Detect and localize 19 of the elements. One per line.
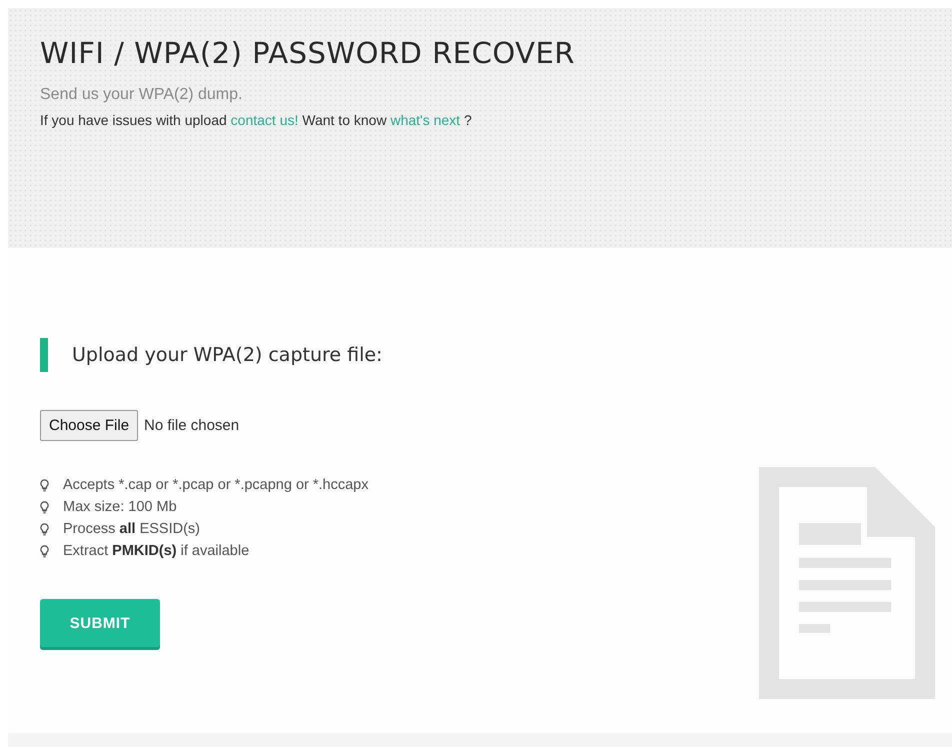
lightbulb-icon bbox=[40, 522, 49, 536]
link[interactable]: contact us! bbox=[230, 112, 298, 128]
link[interactable]: what's next bbox=[390, 112, 460, 128]
section-heading: Upload your WPA(2) capture file: bbox=[72, 344, 382, 366]
subtitle: Send us your WPA(2) dump. bbox=[40, 86, 244, 104]
choose-file-button[interactable]: Choose File bbox=[40, 410, 138, 441]
lightbulb-icon bbox=[40, 478, 49, 492]
submit-button[interactable]: SUBMIT bbox=[40, 599, 160, 647]
lightbulb-icon bbox=[40, 544, 49, 558]
note-text: Accepts *.cap or *.pcap or *.pcapng or *.hccapx bbox=[63, 477, 368, 493]
note-text: Max size: 100 Mb bbox=[63, 499, 177, 515]
note-text: Process all ESSID(s) bbox=[63, 521, 200, 537]
document-icon bbox=[759, 467, 935, 699]
note-text: Extract PMKID(s) if available bbox=[63, 543, 250, 559]
file-status: No file chosen bbox=[144, 417, 240, 434]
intro-text: If you have issues with upload contact us! Want to know what's next ? bbox=[40, 112, 473, 128]
accent-bar bbox=[40, 338, 48, 372]
lightbulb-icon bbox=[40, 500, 49, 514]
page-title: WIFI / WPA(2) PASSWORD RECOVER bbox=[40, 36, 576, 70]
